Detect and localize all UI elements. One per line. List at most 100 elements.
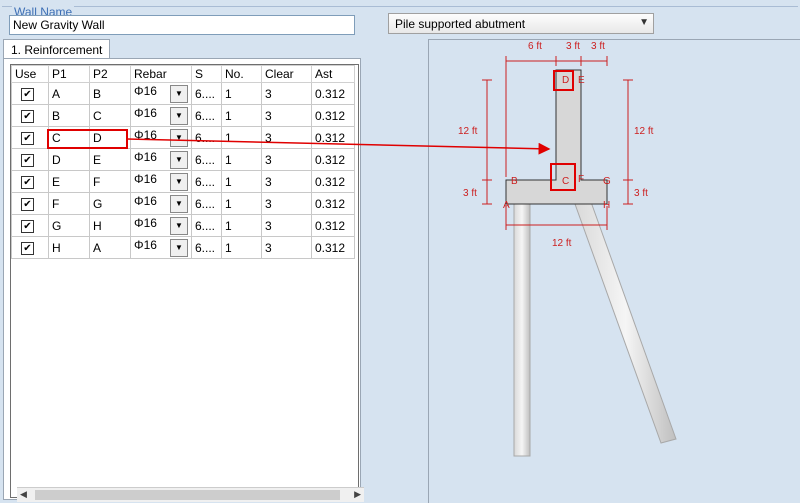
cell-clear[interactable]: 3 [261, 104, 312, 127]
cell-p1[interactable]: B [48, 104, 90, 127]
use-checkbox[interactable]: ✔ [21, 87, 34, 101]
cell-rebar[interactable]: Φ16 ▼ [130, 104, 192, 127]
rebar-dropdown-icon[interactable]: ▼ [170, 129, 188, 147]
cell-rebar[interactable]: Φ16 ▼ [130, 126, 192, 149]
table-row[interactable]: ✔ D E Φ16 ▼ 6.... 1 3 0.312 [11, 148, 355, 171]
use-checkbox-cell[interactable]: ✔ [11, 126, 49, 149]
cell-p2[interactable]: D [89, 126, 131, 149]
scrollbar-thumb[interactable] [35, 490, 340, 500]
cell-p1[interactable]: C [48, 126, 90, 149]
table-row[interactable]: ✔ E F Φ16 ▼ 6.... 1 3 0.312 [11, 170, 355, 193]
rebar-dropdown-icon[interactable]: ▼ [170, 217, 188, 235]
table-row[interactable]: ✔ B C Φ16 ▼ 6.... 1 3 0.312 [11, 104, 355, 127]
col-header-p2[interactable]: P2 [89, 65, 131, 83]
cell-ast[interactable]: 0.312 [311, 82, 355, 105]
table-row[interactable]: ✔ F G Φ16 ▼ 6.... 1 3 0.312 [11, 192, 355, 215]
cell-no[interactable]: 1 [221, 170, 262, 193]
cell-p2[interactable]: F [89, 170, 131, 193]
cell-s[interactable]: 6.... [191, 170, 222, 193]
cell-p2[interactable]: G [89, 192, 131, 215]
cell-p1[interactable]: H [48, 236, 90, 259]
cell-no[interactable]: 1 [221, 192, 262, 215]
cell-s[interactable]: 6.... [191, 104, 222, 127]
rebar-dropdown-icon[interactable]: ▼ [170, 107, 188, 125]
cell-ast[interactable]: 0.312 [311, 214, 355, 237]
cell-s[interactable]: 6.... [191, 192, 222, 215]
cell-clear[interactable]: 3 [261, 82, 312, 105]
cell-p1[interactable]: F [48, 192, 90, 215]
wall-type-select[interactable]: Pile supported abutment ▼ [388, 13, 654, 34]
cell-p2[interactable]: H [89, 214, 131, 237]
table-row[interactable]: ✔ C D Φ16 ▼ 6.... 1 3 0.312 [11, 126, 355, 149]
cell-p1[interactable]: E [48, 170, 90, 193]
cell-ast[interactable]: 0.312 [311, 236, 355, 259]
cell-no[interactable]: 1 [221, 214, 262, 237]
cell-clear[interactable]: 3 [261, 192, 312, 215]
table-row[interactable]: ✔ A B Φ16 ▼ 6.... 1 3 0.312 [11, 82, 355, 105]
cell-no[interactable]: 1 [221, 104, 262, 127]
table-row[interactable]: ✔ G H Φ16 ▼ 6.... 1 3 0.312 [11, 214, 355, 237]
cell-s[interactable]: 6.... [191, 82, 222, 105]
use-checkbox-cell[interactable]: ✔ [11, 214, 49, 237]
cell-p2[interactable]: C [89, 104, 131, 127]
rebar-dropdown-icon[interactable]: ▼ [170, 239, 188, 257]
col-header-no[interactable]: No. [221, 65, 262, 83]
cell-ast[interactable]: 0.312 [311, 192, 355, 215]
use-checkbox-cell[interactable]: ✔ [11, 192, 49, 215]
col-header-s[interactable]: S [191, 65, 222, 83]
cell-p2[interactable]: A [89, 236, 131, 259]
cell-rebar[interactable]: Φ16 ▼ [130, 170, 192, 193]
cell-rebar[interactable]: Φ16 ▼ [130, 148, 192, 171]
cell-ast[interactable]: 0.312 [311, 148, 355, 171]
cell-clear[interactable]: 3 [261, 170, 312, 193]
wall-name-input[interactable] [9, 15, 355, 35]
use-checkbox[interactable]: ✔ [21, 241, 34, 255]
rebar-dropdown-icon[interactable]: ▼ [170, 173, 188, 191]
cell-s[interactable]: 6.... [191, 214, 222, 237]
use-checkbox[interactable]: ✔ [21, 175, 34, 189]
cell-ast[interactable]: 0.312 [311, 104, 355, 127]
cell-ast[interactable]: 0.312 [311, 170, 355, 193]
cell-p1[interactable]: A [48, 82, 90, 105]
cell-p1[interactable]: D [48, 148, 90, 171]
cell-p2[interactable]: E [89, 148, 131, 171]
use-checkbox[interactable]: ✔ [21, 219, 34, 233]
use-checkbox-cell[interactable]: ✔ [11, 148, 49, 171]
tab-reinforcement[interactable]: 1. Reinforcement [3, 39, 111, 59]
use-checkbox-cell[interactable]: ✔ [11, 82, 49, 105]
cell-p1[interactable]: G [48, 214, 90, 237]
cell-clear[interactable]: 3 [261, 148, 312, 171]
table-row[interactable]: ✔ H A Φ16 ▼ 6.... 1 3 0.312 [11, 236, 355, 259]
col-header-clear[interactable]: Clear [261, 65, 312, 83]
col-header-rebar[interactable]: Rebar [130, 65, 192, 83]
cell-clear[interactable]: 3 [261, 236, 312, 259]
use-checkbox-cell[interactable]: ✔ [11, 236, 49, 259]
use-checkbox[interactable]: ✔ [21, 197, 34, 211]
cell-no[interactable]: 1 [221, 82, 262, 105]
cell-no[interactable]: 1 [221, 126, 262, 149]
use-checkbox[interactable]: ✔ [21, 153, 34, 167]
use-checkbox[interactable]: ✔ [21, 109, 34, 123]
use-checkbox-cell[interactable]: ✔ [11, 104, 49, 127]
use-checkbox-cell[interactable]: ✔ [11, 170, 49, 193]
cell-s[interactable]: 6.... [191, 126, 222, 149]
horizontal-scrollbar[interactable]: ◀ ▶ [17, 487, 364, 502]
scroll-right-icon[interactable]: ▶ [354, 489, 361, 500]
cell-rebar[interactable]: Φ16 ▼ [130, 82, 192, 105]
cell-no[interactable]: 1 [221, 236, 262, 259]
col-header-p1[interactable]: P1 [48, 65, 90, 83]
scroll-left-icon[interactable]: ◀ [20, 489, 27, 500]
rebar-dropdown-icon[interactable]: ▼ [170, 151, 188, 169]
cell-s[interactable]: 6.... [191, 236, 222, 259]
cell-rebar[interactable]: Φ16 ▼ [130, 192, 192, 215]
rebar-dropdown-icon[interactable]: ▼ [170, 195, 188, 213]
col-header-ast[interactable]: Ast [311, 65, 355, 83]
cell-rebar[interactable]: Φ16 ▼ [130, 214, 192, 237]
cell-rebar[interactable]: Φ16 ▼ [130, 236, 192, 259]
cell-no[interactable]: 1 [221, 148, 262, 171]
cell-ast[interactable]: 0.312 [311, 126, 355, 149]
cell-clear[interactable]: 3 [261, 126, 312, 149]
col-header-use[interactable]: Use [11, 65, 49, 83]
cell-p2[interactable]: B [89, 82, 131, 105]
use-checkbox[interactable]: ✔ [21, 131, 34, 145]
